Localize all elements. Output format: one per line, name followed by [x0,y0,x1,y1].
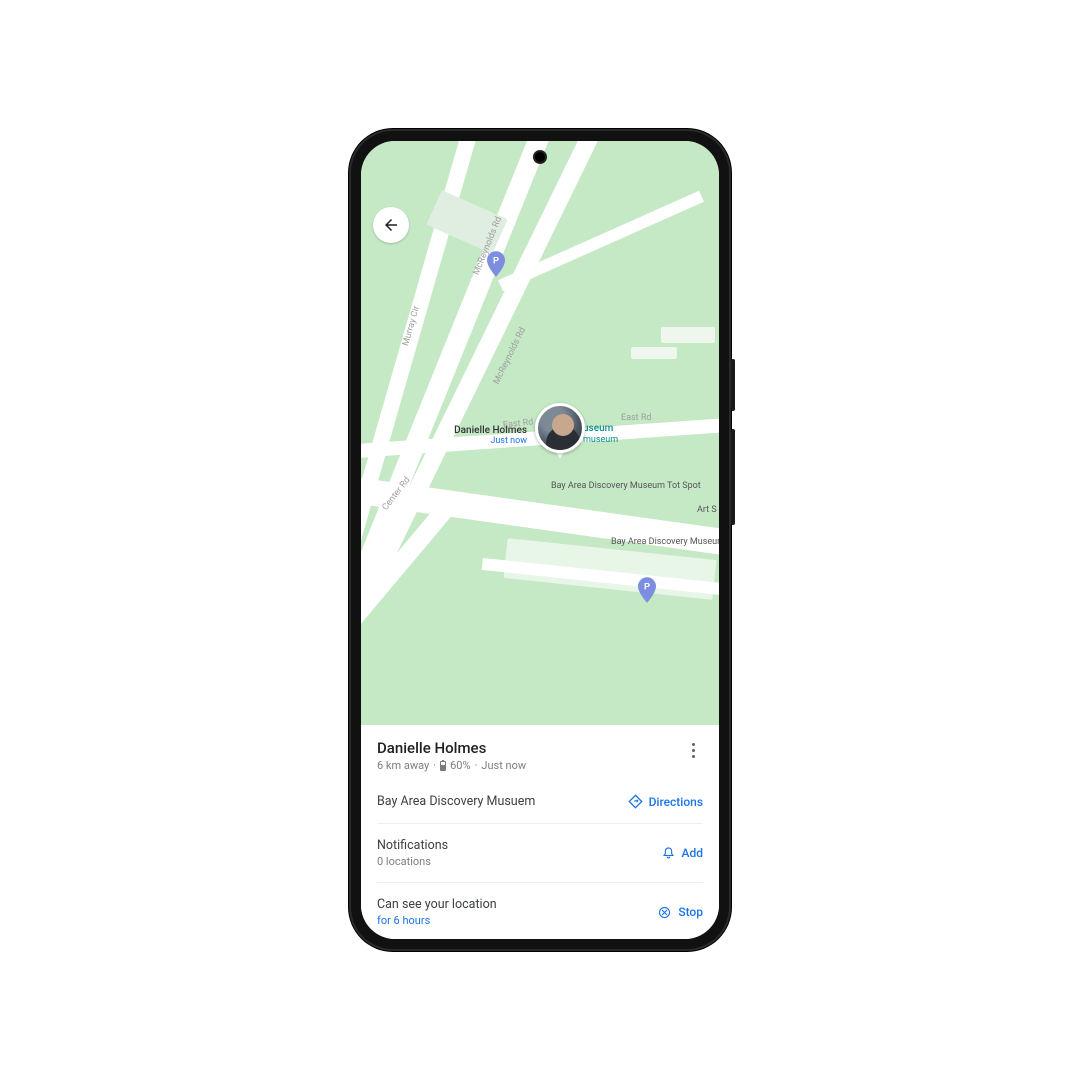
stop-circle-icon [657,905,672,920]
poi-label: Bay Area Discovery Museum Tot Spot [551,481,701,491]
map-view[interactable]: McReynolds Rd McReynolds Rd Murray Cir E… [361,141,719,725]
place-name: Bay Area Discovery Musuem [377,794,535,809]
bottom-sheet: Danielle Holmes 6 km away · 60% · Just n… [361,725,719,939]
road-label: East Rd [621,413,651,423]
stop-sharing-button[interactable]: Stop [657,905,703,920]
map-person-tag[interactable]: Danielle Holmes Just now [454,425,527,446]
svg-text:P: P [493,255,499,265]
battery-icon [440,761,446,771]
map-person-time: Just now [454,436,527,446]
front-camera [533,150,547,164]
phone-frame: McReynolds Rd McReynolds Rd Murray Cir E… [349,129,731,951]
directions-icon [628,794,643,809]
notifications-sub: 0 locations [377,855,448,868]
power-button [731,359,735,411]
back-button[interactable] [373,207,409,243]
person-location-pin[interactable] [535,403,585,458]
sharing-title: Can see your location [377,897,497,912]
parking-pin-icon[interactable]: P [487,251,505,277]
avatar-icon [535,403,585,453]
person-status-line: 6 km away · 60% · Just now [377,759,526,772]
more-options-button[interactable] [683,739,703,758]
directions-button[interactable]: Directions [628,794,703,809]
poi-museum[interactable]: useum museum [583,423,618,445]
notifications-title: Notifications [377,838,448,853]
add-notification-button[interactable]: Add [661,846,703,861]
svg-text:P: P [644,581,650,591]
poi-label: Bay Area Discovery Museum Bay Hall [611,537,719,547]
poi-label: Art S [697,505,717,515]
map-person-name: Danielle Holmes [454,425,527,436]
arrow-back-icon [382,216,400,234]
screen: McReynolds Rd McReynolds Rd Murray Cir E… [361,141,719,939]
parking-pin-icon[interactable]: P [638,577,656,603]
person-name: Danielle Holmes [377,739,526,757]
volume-button [731,429,735,525]
bell-add-icon [661,846,676,861]
sharing-duration[interactable]: for 6 hours [377,914,497,927]
